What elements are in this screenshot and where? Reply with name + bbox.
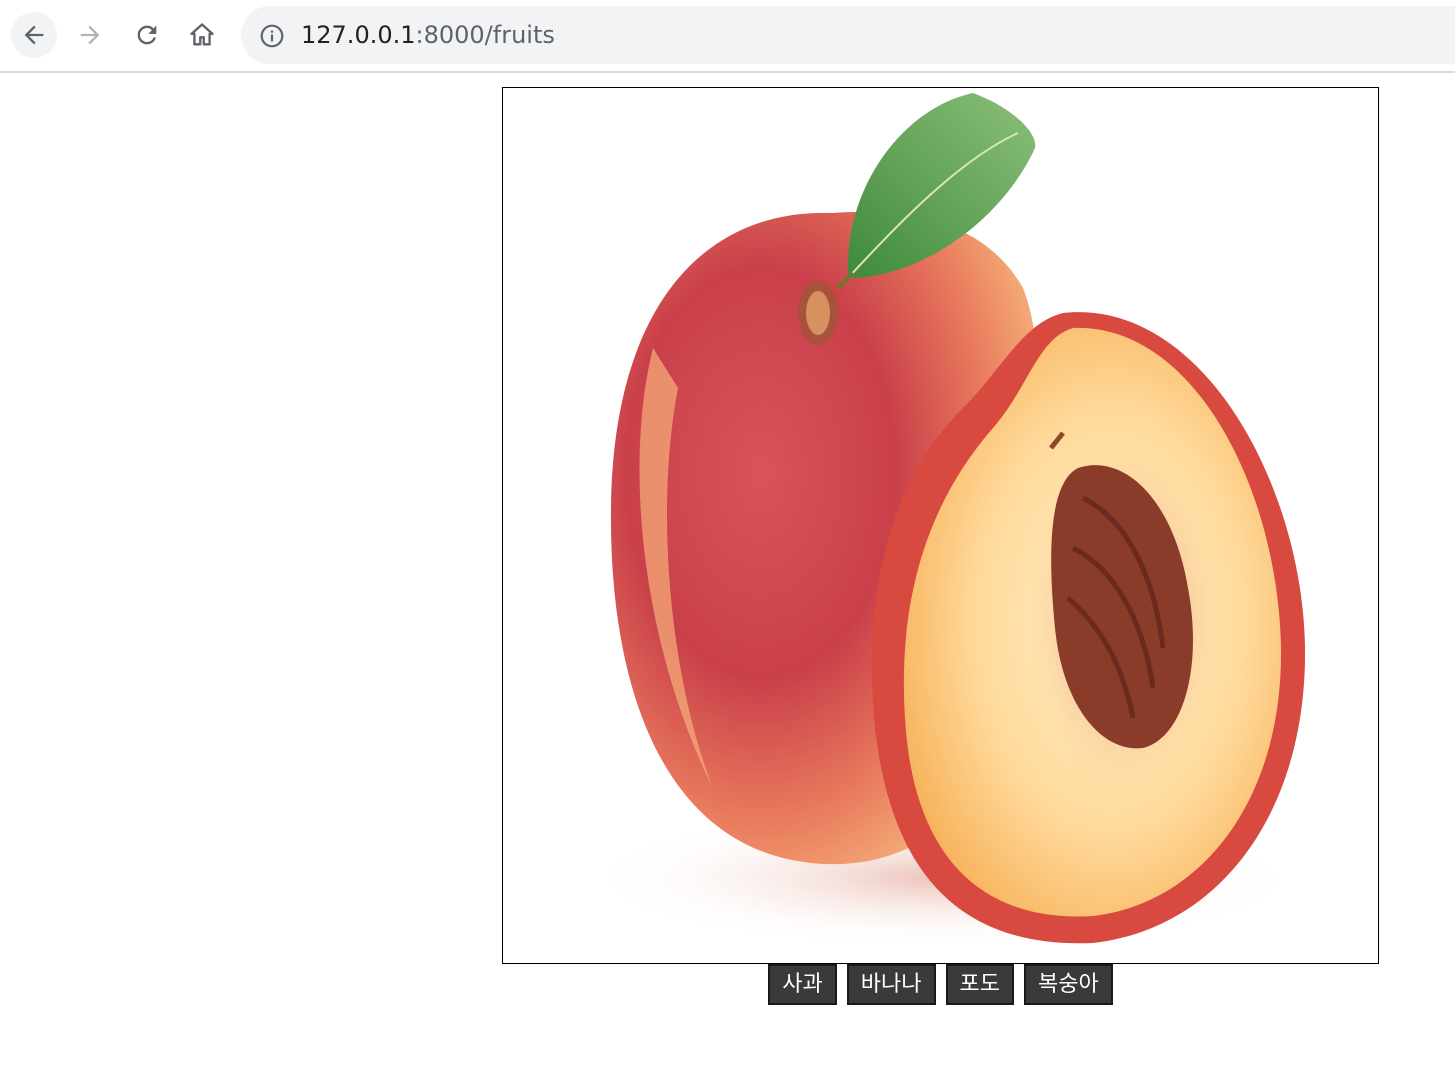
- url-text: 127.0.0.1:8000/fruits: [301, 20, 555, 50]
- url-path: :8000/fruits: [415, 21, 555, 49]
- fruit-image-frame: [502, 87, 1379, 964]
- address-bar[interactable]: 127.0.0.1:8000/fruits: [241, 6, 1455, 64]
- arrow-right-icon: [80, 25, 100, 45]
- arrow-left-icon: [24, 25, 44, 45]
- home-button[interactable]: [179, 12, 225, 58]
- info-icon[interactable]: [259, 23, 285, 49]
- browser-toolbar: 127.0.0.1:8000/fruits: [0, 0, 1455, 73]
- home-icon: [190, 23, 214, 46]
- reload-icon: [137, 25, 157, 45]
- peach-button[interactable]: 복숭아: [1023, 964, 1113, 1005]
- banana-button[interactable]: 바나나: [846, 964, 936, 1005]
- reload-button[interactable]: [124, 12, 170, 58]
- fruit-button-bar: 사과 바나나 포도 복숭아: [502, 964, 1379, 1005]
- url-host: 127.0.0.1: [301, 21, 416, 49]
- forward-button[interactable]: [67, 12, 113, 58]
- fruit-image: [583, 93, 1306, 948]
- back-button[interactable]: [11, 12, 57, 58]
- apple-button[interactable]: 사과: [768, 964, 837, 1005]
- grape-button[interactable]: 포도: [945, 964, 1014, 1005]
